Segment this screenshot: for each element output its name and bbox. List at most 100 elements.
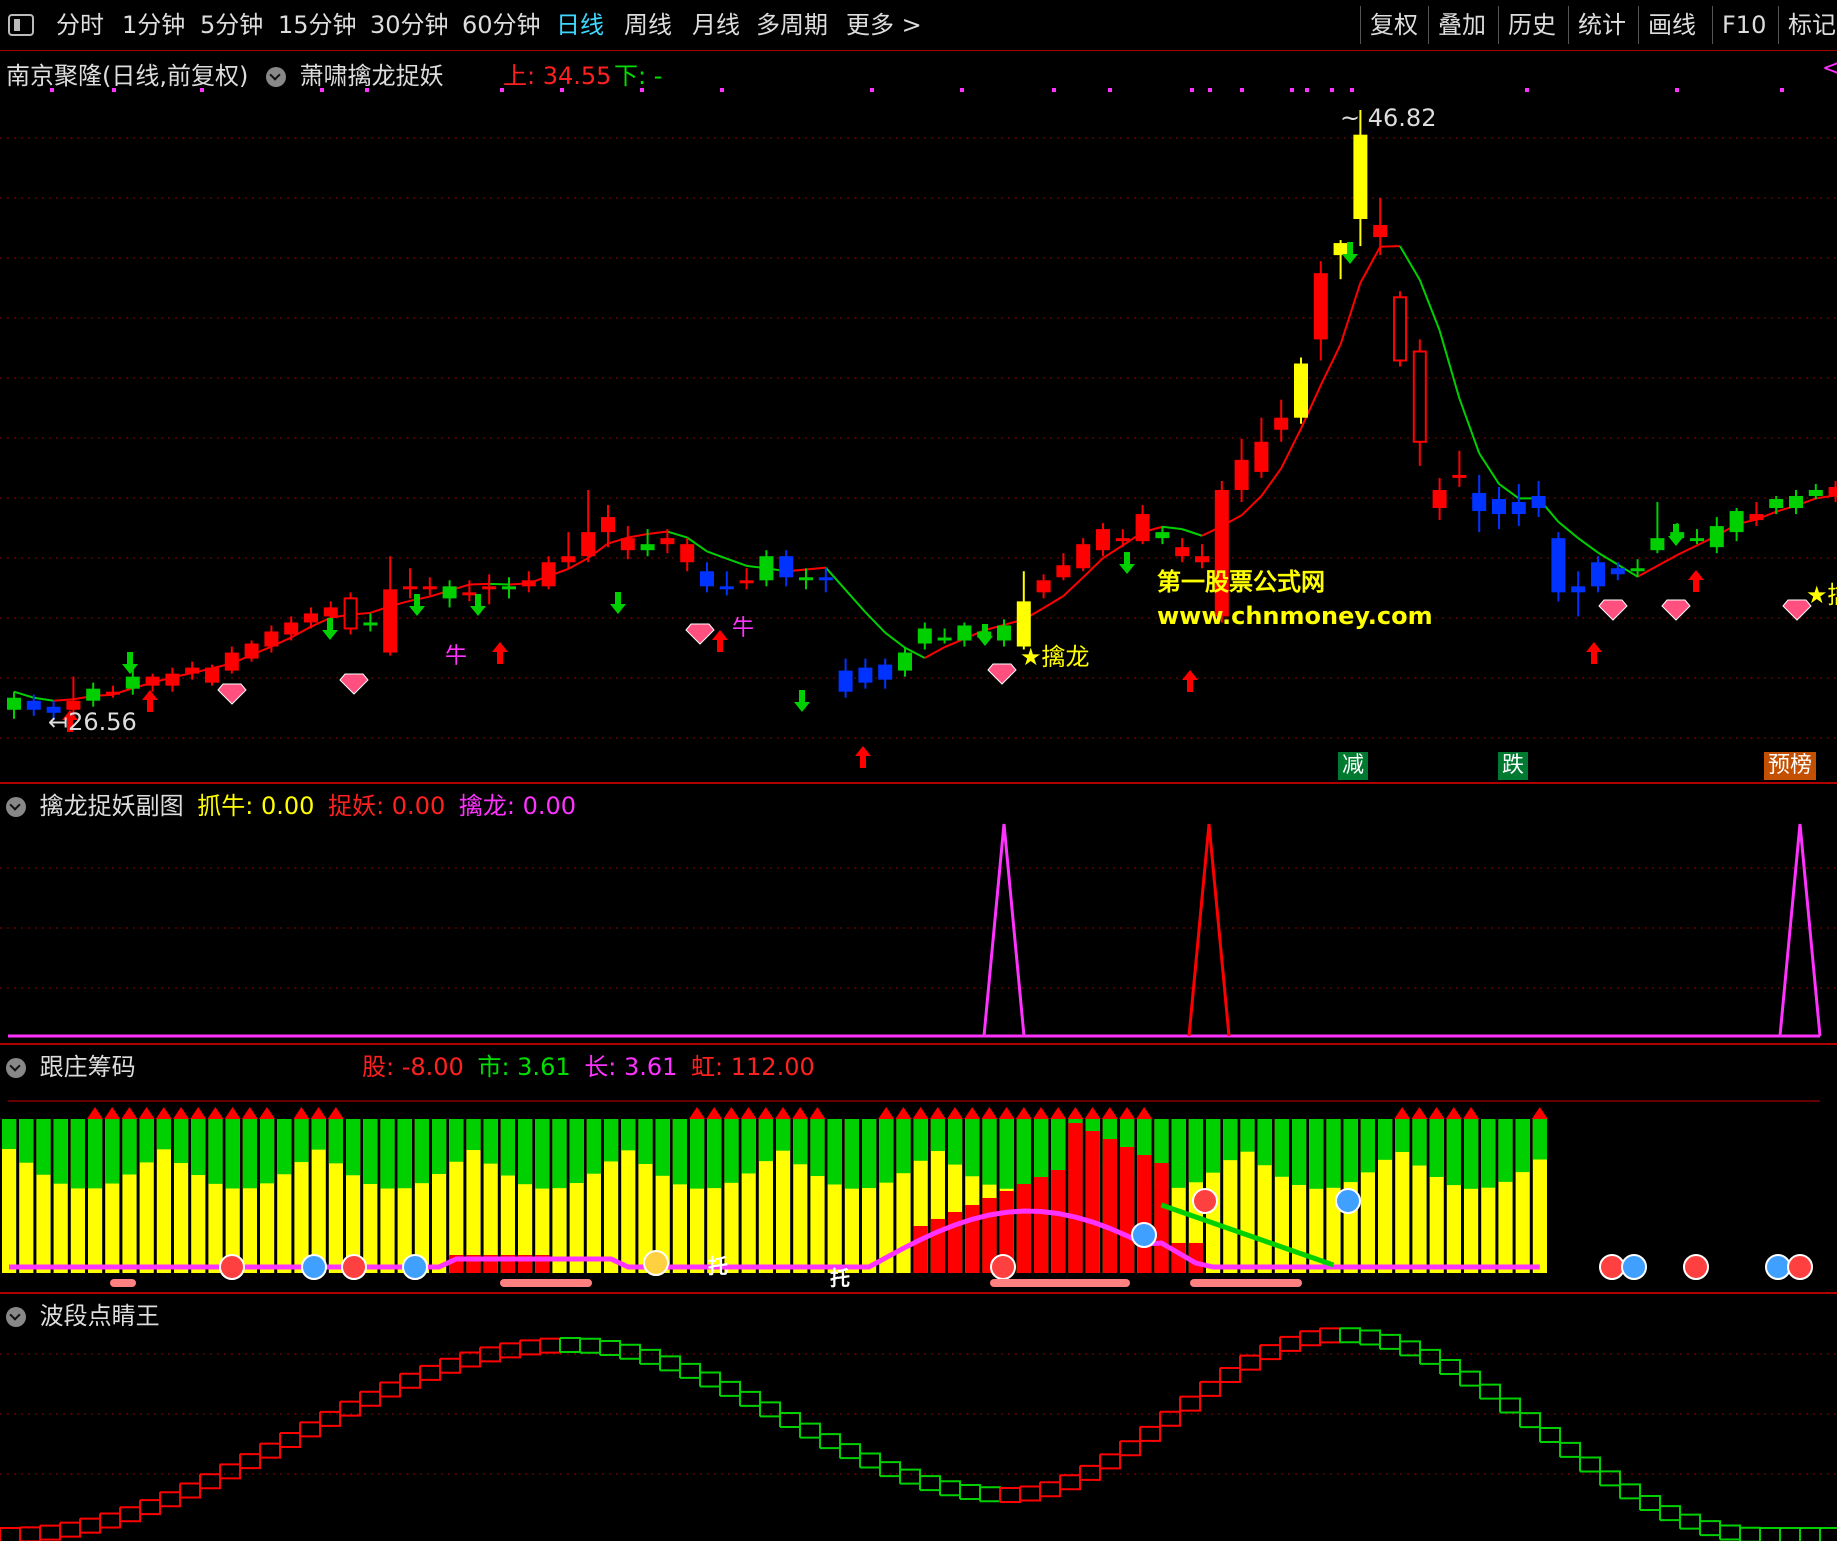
candle-body <box>1155 532 1170 539</box>
wave-step <box>400 1365 421 1375</box>
ma-line-segment <box>13 690 35 699</box>
chip-bar-green <box>793 1119 808 1165</box>
period-tab-10[interactable]: 更多 > <box>846 0 922 50</box>
top-triangle-icon <box>173 1107 189 1119</box>
tool-button-3[interactable]: 统计 <box>1578 0 1626 50</box>
ma-line-segment <box>1478 452 1500 485</box>
wave-step <box>800 1436 821 1449</box>
wave-step <box>1180 1395 1201 1412</box>
period-tab-1[interactable]: 1分钟 <box>122 0 185 50</box>
tool-button-2[interactable]: 历史 <box>1508 0 1556 50</box>
wave-step <box>1620 1483 1641 1497</box>
period-tab-8[interactable]: 月线 <box>692 0 740 50</box>
candle-body <box>858 667 873 683</box>
wave-step <box>1700 1520 1721 1526</box>
wave-step <box>900 1468 921 1477</box>
period-tab-5[interactable]: 60分钟 <box>462 0 541 50</box>
signal-dot <box>500 88 504 92</box>
tool-button-0[interactable]: 复权 <box>1370 0 1418 50</box>
wave-step <box>140 1506 161 1516</box>
candle-body <box>1492 499 1506 515</box>
wave-step <box>700 1371 721 1382</box>
top-triangle-icon <box>224 1107 241 1119</box>
candle-body <box>1432 489 1447 509</box>
wave-step <box>300 1425 321 1438</box>
period-tab-3[interactable]: 15分钟 <box>278 0 357 50</box>
wave-step <box>820 1433 841 1445</box>
chip-bar-green <box>1257 1119 1272 1166</box>
chip-bar-green <box>1223 1119 1238 1161</box>
wave-step <box>1560 1441 1581 1458</box>
chip-bar-green <box>311 1119 326 1150</box>
wave-step <box>520 1338 541 1342</box>
signal-qin-partial: ★擒 <box>1806 581 1837 609</box>
chip-bar-green <box>948 1119 963 1165</box>
sell-arrow-icon <box>1119 552 1135 574</box>
top-triangle-icon <box>1463 1107 1479 1119</box>
candle-body <box>779 556 794 578</box>
top-triangle-icon <box>1119 1107 1135 1119</box>
signal-dot <box>1350 88 1354 92</box>
ma-line-segment <box>1498 483 1520 500</box>
wave-step <box>1140 1425 1161 1442</box>
chip-bar-green <box>466 1119 481 1151</box>
wave-step <box>1500 1397 1521 1414</box>
period-tab-2[interactable]: 5分钟 <box>200 0 263 50</box>
wave-step <box>1720 1524 1741 1528</box>
wave-step <box>1360 1343 1381 1349</box>
chip-bar-green <box>1188 1119 1203 1183</box>
candle-body <box>1551 538 1566 593</box>
candle-body <box>1294 363 1308 418</box>
period-tab-0[interactable]: 分时 <box>56 0 104 50</box>
tool-button-5[interactable]: F10 <box>1722 0 1766 50</box>
buy-arrow-icon <box>1182 670 1198 692</box>
sell-arrow-icon <box>470 594 486 616</box>
wave-step <box>1380 1333 1401 1342</box>
chip-bar-green <box>174 1119 189 1164</box>
candle-body <box>26 700 41 710</box>
chip-bar-green <box>655 1119 670 1176</box>
top-triangle-icon <box>1050 1107 1067 1119</box>
wave-step <box>840 1457 861 1468</box>
wave-step <box>1120 1440 1141 1457</box>
chip-bar-green <box>1395 1119 1410 1153</box>
wave-step <box>280 1436 301 1448</box>
candle-body <box>86 688 101 701</box>
candle-body <box>1729 511 1744 533</box>
chip-bar-green <box>672 1119 687 1185</box>
wave-step <box>800 1422 821 1435</box>
period-tab-6[interactable]: 日线 <box>556 0 604 50</box>
wave-step <box>260 1433 281 1445</box>
tuo-label-1: 托 <box>708 1254 728 1278</box>
watermark-name: 第一股票公式网 <box>1157 568 1325 596</box>
wave-step <box>40 1536 61 1541</box>
tool-button-1[interactable]: 叠加 <box>1438 0 1486 50</box>
wave-step <box>200 1464 221 1476</box>
chip-bar-green <box>1274 1119 1289 1177</box>
period-toolbar: 分时 1分钟 5分钟 15分钟 30分钟 60分钟 日线 周线 月线 多周期 更多 > 复权 叠加 历史… <box>0 0 1837 51</box>
chip-bar-green <box>1498 1119 1513 1182</box>
top-triangle-icon <box>87 1107 103 1119</box>
window-toggle-icon[interactable] <box>8 14 34 36</box>
top-triangle-icon <box>895 1107 912 1119</box>
tool-button-4[interactable]: 画线 <box>1648 0 1696 50</box>
wave-step <box>1180 1381 1201 1398</box>
wave-step <box>780 1412 801 1424</box>
ma-line-segment <box>1181 528 1203 537</box>
tool-button-6[interactable]: 标记 <box>1788 0 1836 50</box>
wave-step <box>1420 1362 1441 1374</box>
wave-step <box>1060 1479 1081 1491</box>
period-tab-9[interactable]: 多周期 <box>756 0 828 50</box>
wave-step <box>780 1426 801 1438</box>
ma-line-segment <box>1458 398 1481 454</box>
wave-step <box>180 1488 201 1499</box>
wave-step <box>1340 1327 1361 1331</box>
period-tab-7[interactable]: 周线 <box>624 0 672 50</box>
signal-dot <box>1675 88 1679 92</box>
candle-body <box>284 622 299 635</box>
top-triangle-icon <box>757 1107 774 1119</box>
candle-body <box>304 613 318 623</box>
chip-bar-green <box>191 1119 206 1176</box>
period-tab-4[interactable]: 30分钟 <box>370 0 449 50</box>
sub2-chart <box>2 1100 1820 1287</box>
